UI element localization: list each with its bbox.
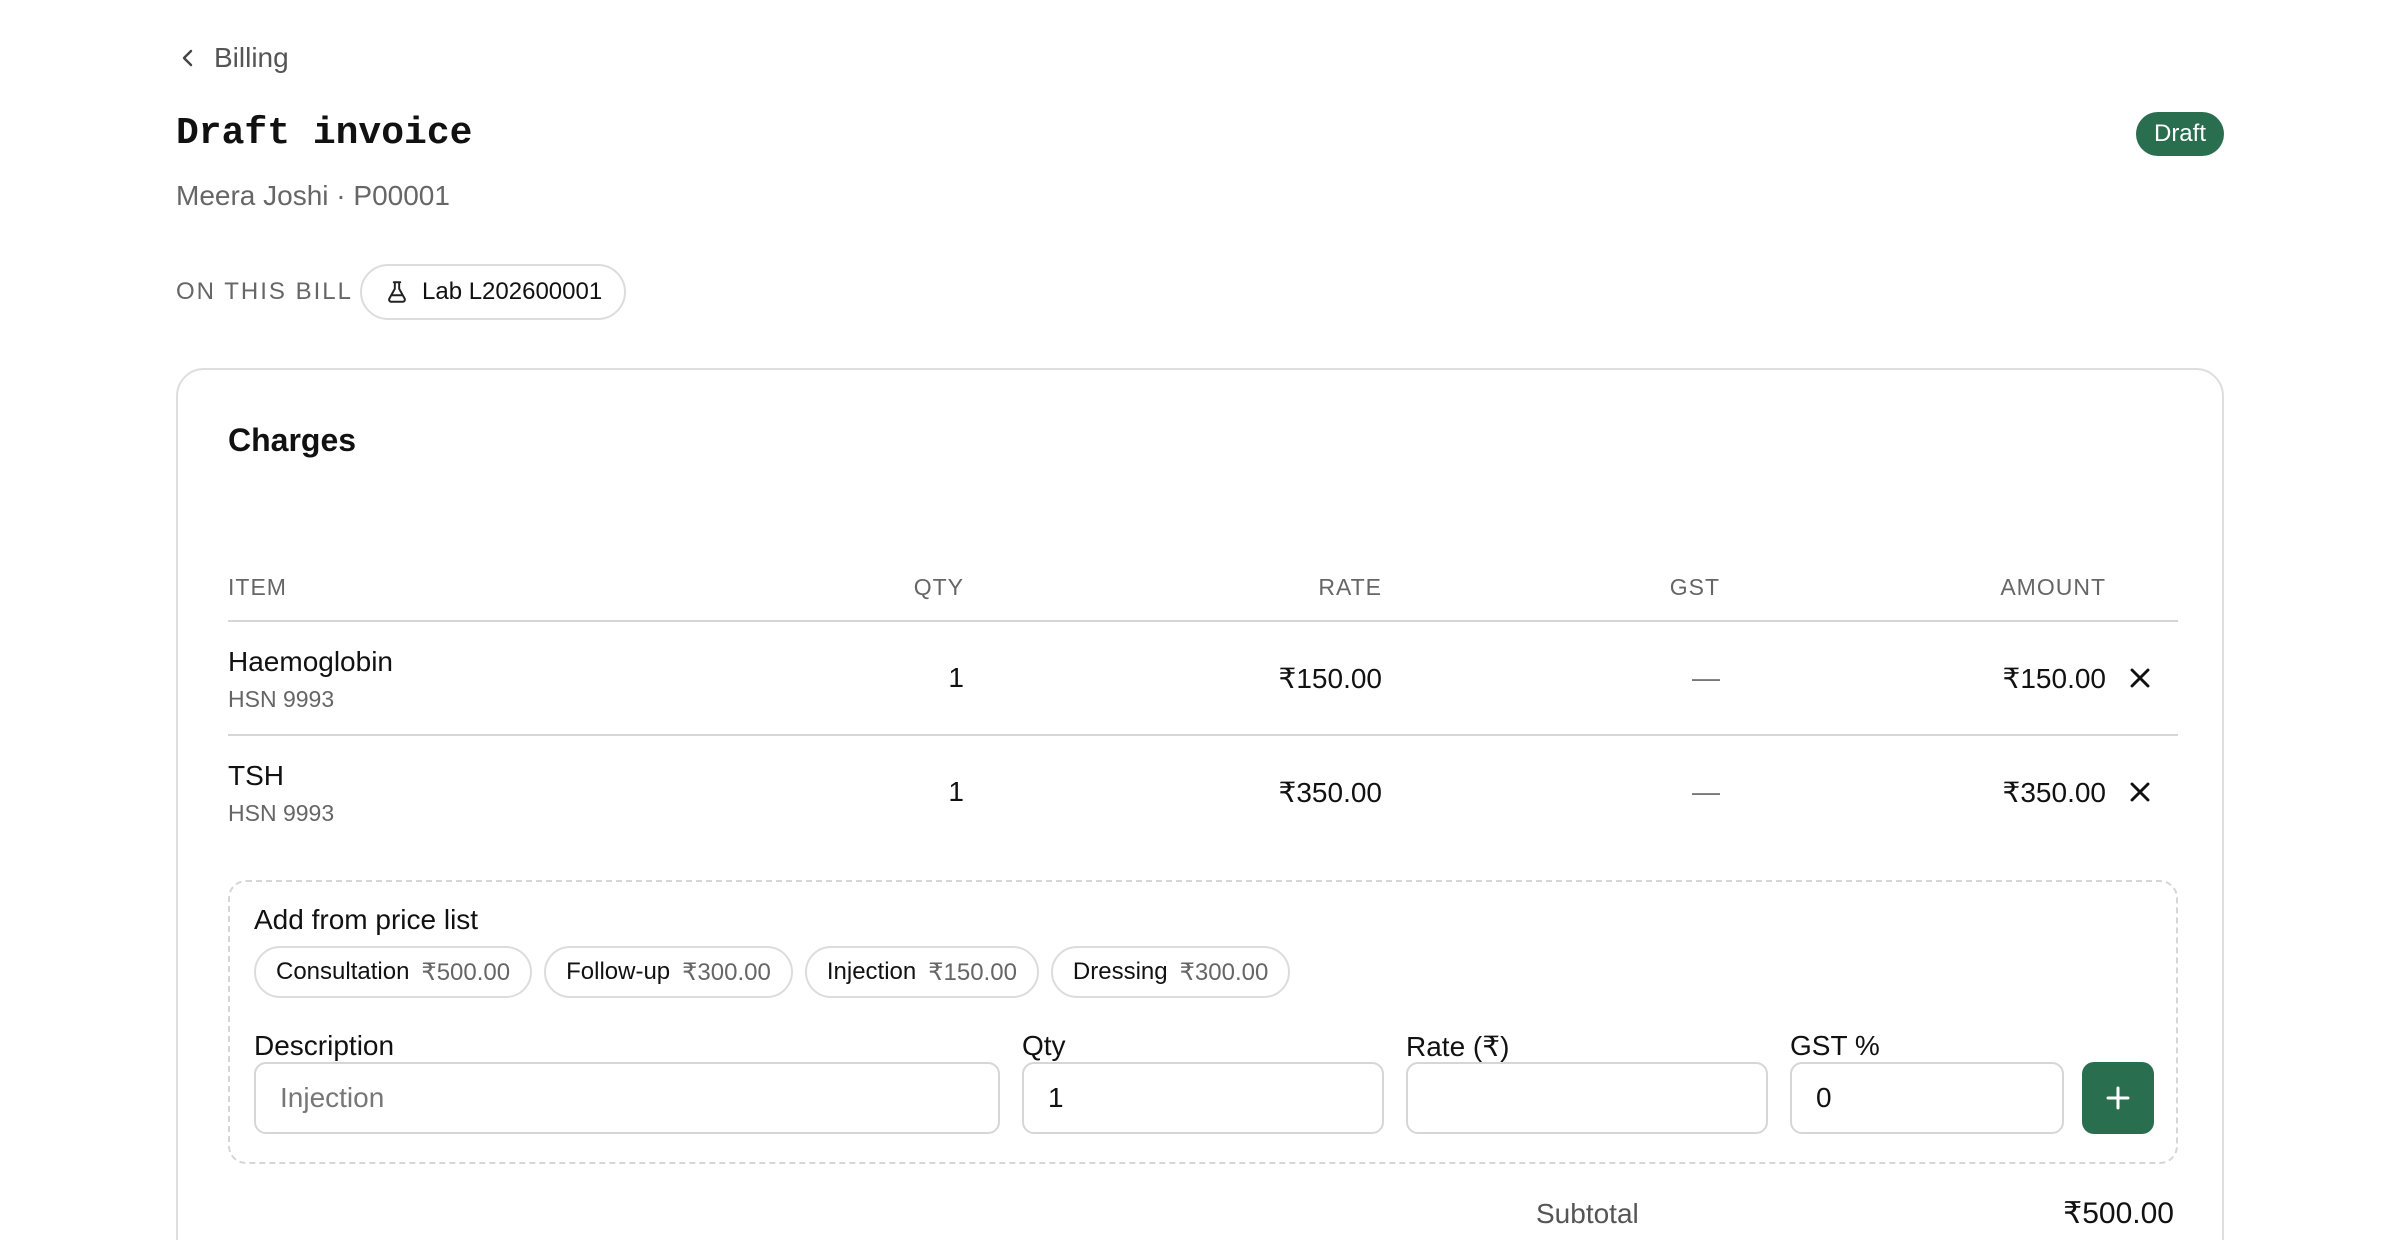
item-rate: ₹350.00	[1278, 777, 1382, 808]
item-name: TSH	[228, 760, 284, 791]
item-hsn: HSN 9993	[228, 686, 335, 712]
rate-label: Rate (₹)	[1406, 1031, 1510, 1062]
on-this-bill-label: ON THIS BILL	[176, 278, 353, 305]
page-title: Draft invoice	[176, 112, 473, 155]
remove-item-icon[interactable]	[2124, 662, 2156, 694]
item-rate: ₹150.00	[1278, 663, 1382, 694]
item-hsn: HSN 9993	[228, 800, 335, 826]
item-gst: —	[1692, 776, 1720, 807]
qty-input[interactable]	[1022, 1062, 1384, 1134]
add-item-button[interactable]	[2082, 1062, 2154, 1134]
remove-item-icon[interactable]	[2124, 776, 2156, 808]
description-input[interactable]	[254, 1062, 1000, 1134]
charges-title: Charges	[228, 422, 357, 458]
subtotal-value: ₹500.00	[2063, 1197, 2174, 1230]
chevron-left-icon	[182, 49, 193, 67]
price-list-chip-injection[interactable]: Injection ₹150.00	[804, 946, 1039, 998]
back-label: Billing	[214, 42, 289, 73]
column-header-rate: RATE	[1318, 574, 1382, 600]
item-amount: ₹350.00	[2002, 777, 2106, 808]
item-qty: 1	[948, 776, 964, 807]
column-header-amount: AMOUNT	[2000, 574, 2106, 600]
chip-name: Consultation	[276, 958, 410, 985]
item-amount: ₹150.00	[2002, 663, 2106, 694]
item-qty: 1	[948, 662, 964, 693]
flask-icon	[388, 281, 406, 303]
table-row: TSH HSN 9993 1 ₹350.00 — ₹350.00	[228, 736, 2178, 848]
price-list-chips: Consultation ₹500.00 Follow-up ₹300.00 I…	[254, 946, 1291, 998]
qty-label: Qty	[1022, 1030, 1066, 1061]
chip-name: Dressing	[1072, 958, 1168, 985]
lab-order-label: Lab L202600001	[422, 278, 603, 305]
gst-input[interactable]	[1790, 1062, 2064, 1134]
table-row: Haemoglobin HSN 9993 1 ₹150.00 — ₹150.00	[228, 622, 2178, 734]
chip-price: ₹150.00	[928, 958, 1017, 986]
lab-order-chip[interactable]: Lab L202600001	[360, 264, 627, 320]
subtotal-label: Subtotal	[1536, 1198, 1639, 1229]
column-header-qty: QTY	[913, 574, 964, 600]
add-from-price-list-title: Add from price list	[254, 904, 479, 935]
price-list-chip-consultation[interactable]: Consultation ₹500.00	[254, 946, 533, 998]
gst-label: GST %	[1790, 1030, 1880, 1061]
chip-price: ₹300.00	[682, 958, 771, 986]
rate-input[interactable]	[1406, 1062, 1768, 1134]
column-header-item: ITEM	[228, 574, 287, 600]
item-gst: —	[1692, 662, 1720, 693]
status-badge: Draft	[2136, 112, 2224, 156]
charges-card: Charges ITEM QTY RATE GST AMOUNT Haemogl…	[176, 368, 2224, 1240]
column-header-gst: GST	[1669, 574, 1720, 600]
add-item-panel: Add from price list Consultation ₹500.00…	[228, 880, 2178, 1164]
patient-subtitle: Meera Joshi · P00001	[176, 180, 450, 211]
plus-icon	[2106, 1086, 2130, 1110]
description-label: Description	[254, 1030, 395, 1061]
price-list-chip-follow-up[interactable]: Follow-up ₹300.00	[544, 946, 793, 998]
chip-price: ₹500.00	[421, 958, 511, 986]
chip-price: ₹300.00	[1179, 958, 1269, 986]
item-name: Haemoglobin	[228, 646, 393, 677]
chip-name: Injection	[826, 958, 917, 985]
back-to-billing-link[interactable]: Billing	[176, 42, 289, 74]
chip-name: Follow-up	[566, 958, 671, 985]
price-list-chip-dressing[interactable]: Dressing ₹300.00	[1050, 946, 1291, 998]
